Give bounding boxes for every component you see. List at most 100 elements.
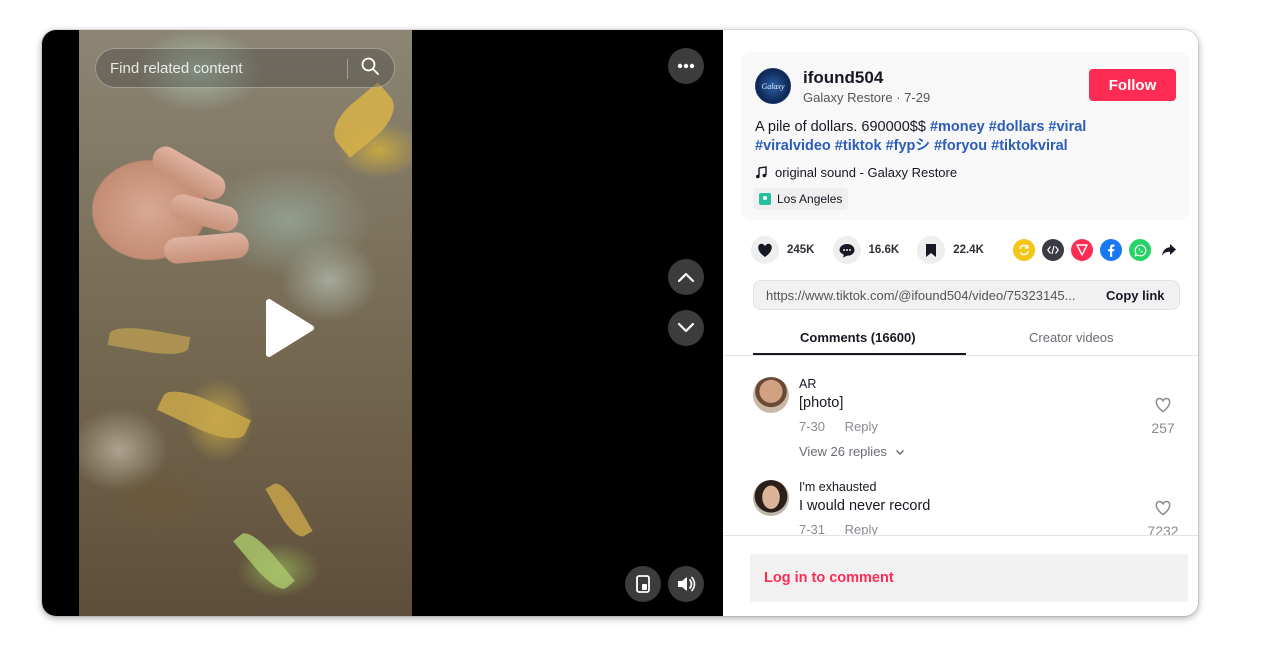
comment-item: I'm exhausted I would never record 7-31 … (753, 480, 1183, 535)
hashtag-link[interactable]: #viralvideo (755, 138, 831, 154)
volume-button[interactable] (668, 566, 704, 602)
search-input[interactable]: Find related content (95, 48, 395, 88)
panel-tabs: Comments (16600) Creator videos (723, 326, 1198, 356)
hashtag-link[interactable]: #viral (1048, 119, 1086, 135)
comment-date: 7-30 (799, 419, 826, 434)
leaf-decoration (324, 82, 404, 158)
heart-outline-icon (1155, 397, 1171, 413)
video-link-field[interactable]: https://www.tiktok.com/@ifound504/video/… (753, 280, 1180, 310)
browser-frame: Find related content Galaxy ifound504 Ga… (42, 30, 1198, 616)
leaf-decoration (156, 382, 252, 448)
floating-player-button[interactable] (625, 566, 661, 602)
repost-icon[interactable] (1013, 239, 1035, 261)
heart-icon (751, 236, 779, 264)
details-panel: Galaxy ifound504 Galaxy Restore · 7-29 F… (723, 30, 1198, 616)
avatar[interactable] (753, 377, 789, 413)
comment-item: AR [photo] 7-30 Reply 257 View 26 replie… (753, 377, 1183, 477)
comment-like-button[interactable]: 257 (1143, 397, 1183, 436)
comment-date: 7-31 (799, 522, 826, 535)
comment-like-button[interactable]: 7232 (1143, 500, 1183, 535)
hashtag-link[interactable]: #tiktok (835, 138, 882, 154)
hashtag-link[interactable]: #dollars (989, 119, 1045, 135)
finger-shape (163, 231, 250, 265)
view-replies-button[interactable]: View 26 replies (799, 444, 905, 459)
tab-creator-videos[interactable]: Creator videos (1029, 330, 1114, 345)
author-display-name: Galaxy Restore (803, 90, 893, 105)
leaf-decoration (265, 479, 313, 541)
subline-separator: · (896, 90, 905, 105)
reply-button[interactable]: Reply (845, 419, 878, 434)
author-username[interactable]: ifound504 (803, 68, 883, 88)
hashtag-link[interactable]: #foryou (934, 138, 987, 154)
chevron-down-icon (895, 450, 904, 455)
sound-title: original sound - Galaxy Restore (775, 165, 958, 180)
more-icon (677, 63, 695, 69)
search-icon[interactable] (360, 56, 380, 81)
search-placeholder: Find related content (110, 59, 243, 77)
leaf-decoration (107, 323, 191, 359)
comment-meta: 7-30 Reply (799, 419, 878, 434)
search-divider (347, 59, 348, 79)
location-tag[interactable]: Los Angeles (753, 188, 849, 210)
comment-like-count: 257 (1151, 420, 1175, 436)
chevron-down-icon (677, 322, 695, 333)
comment-author[interactable]: I'm exhausted (799, 480, 876, 494)
author-subline: Galaxy Restore · 7-29 (803, 90, 930, 105)
active-tab-indicator (753, 353, 966, 355)
location-pin-icon (759, 193, 771, 205)
next-video-button[interactable] (668, 310, 704, 346)
comments-list[interactable]: AR [photo] 7-30 Reply 257 View 26 replie… (723, 360, 1198, 535)
like-count: 245K (787, 244, 815, 256)
view-replies-label: View 26 replies (799, 444, 887, 459)
whatsapp-icon[interactable] (1129, 239, 1151, 261)
video-link-url: https://www.tiktok.com/@ifound504/video/… (766, 287, 1076, 303)
facebook-icon[interactable] (1100, 239, 1122, 261)
tab-comments[interactable]: Comments (16600) (800, 330, 916, 345)
floating-player-icon (636, 575, 650, 593)
more-options-button[interactable] (668, 48, 704, 84)
engagement-stats: 245K 16.6K 22.4K (751, 236, 1002, 264)
reply-button[interactable]: Reply (845, 522, 878, 535)
comment-text: [photo] (799, 395, 844, 411)
follow-button[interactable]: Follow (1089, 69, 1176, 101)
play-icon[interactable] (263, 298, 315, 363)
hashtag-link[interactable]: #fypシ (886, 138, 930, 154)
music-note-icon (756, 166, 767, 179)
avatar[interactable] (753, 480, 789, 516)
previous-video-button[interactable] (668, 259, 704, 295)
save-count: 22.4K (953, 244, 984, 256)
comment-button[interactable]: 16.6K (832, 236, 900, 264)
author-avatar[interactable]: Galaxy (755, 68, 791, 104)
comment-like-count: 7232 (1147, 523, 1179, 535)
comment-footer: Log in to comment (723, 535, 1198, 616)
share-arrow-icon[interactable] (1158, 239, 1180, 261)
bookmark-icon (917, 236, 946, 264)
send-icon[interactable] (1071, 239, 1093, 261)
chevron-up-icon (677, 272, 695, 283)
comment-icon (832, 236, 861, 264)
description-text: A pile of dollars. 690000$$ (755, 119, 926, 135)
volume-icon (678, 576, 696, 592)
embed-icon[interactable] (1042, 239, 1064, 261)
hashtag-link[interactable]: #tiktokviral (991, 138, 1068, 154)
comment-meta: 7-31 Reply (799, 522, 878, 535)
save-button[interactable]: 22.4K (917, 236, 984, 264)
comment-author[interactable]: AR (799, 377, 816, 391)
hashtag-link[interactable]: #money (930, 119, 985, 135)
login-to-comment-button[interactable]: Log in to comment (750, 554, 1188, 602)
video-pane: Find related content (42, 30, 723, 616)
post-date: 7-29 (904, 90, 931, 105)
comment-text: I would never record (799, 498, 931, 514)
sound-link[interactable]: original sound - Galaxy Restore (755, 165, 957, 180)
leaf-decoration (233, 527, 295, 595)
comment-count: 16.6K (868, 244, 900, 256)
heart-outline-icon (1155, 500, 1171, 516)
like-button[interactable]: 245K (751, 236, 815, 264)
post-description: A pile of dollars. 690000$$ #money #doll… (755, 118, 1175, 156)
finger-shape (166, 191, 242, 235)
copy-link-button[interactable]: Copy link (1106, 288, 1165, 303)
share-options (1013, 239, 1180, 261)
location-label: Los Angeles (777, 192, 843, 206)
video-player[interactable] (79, 30, 412, 616)
hand-image (79, 120, 250, 280)
